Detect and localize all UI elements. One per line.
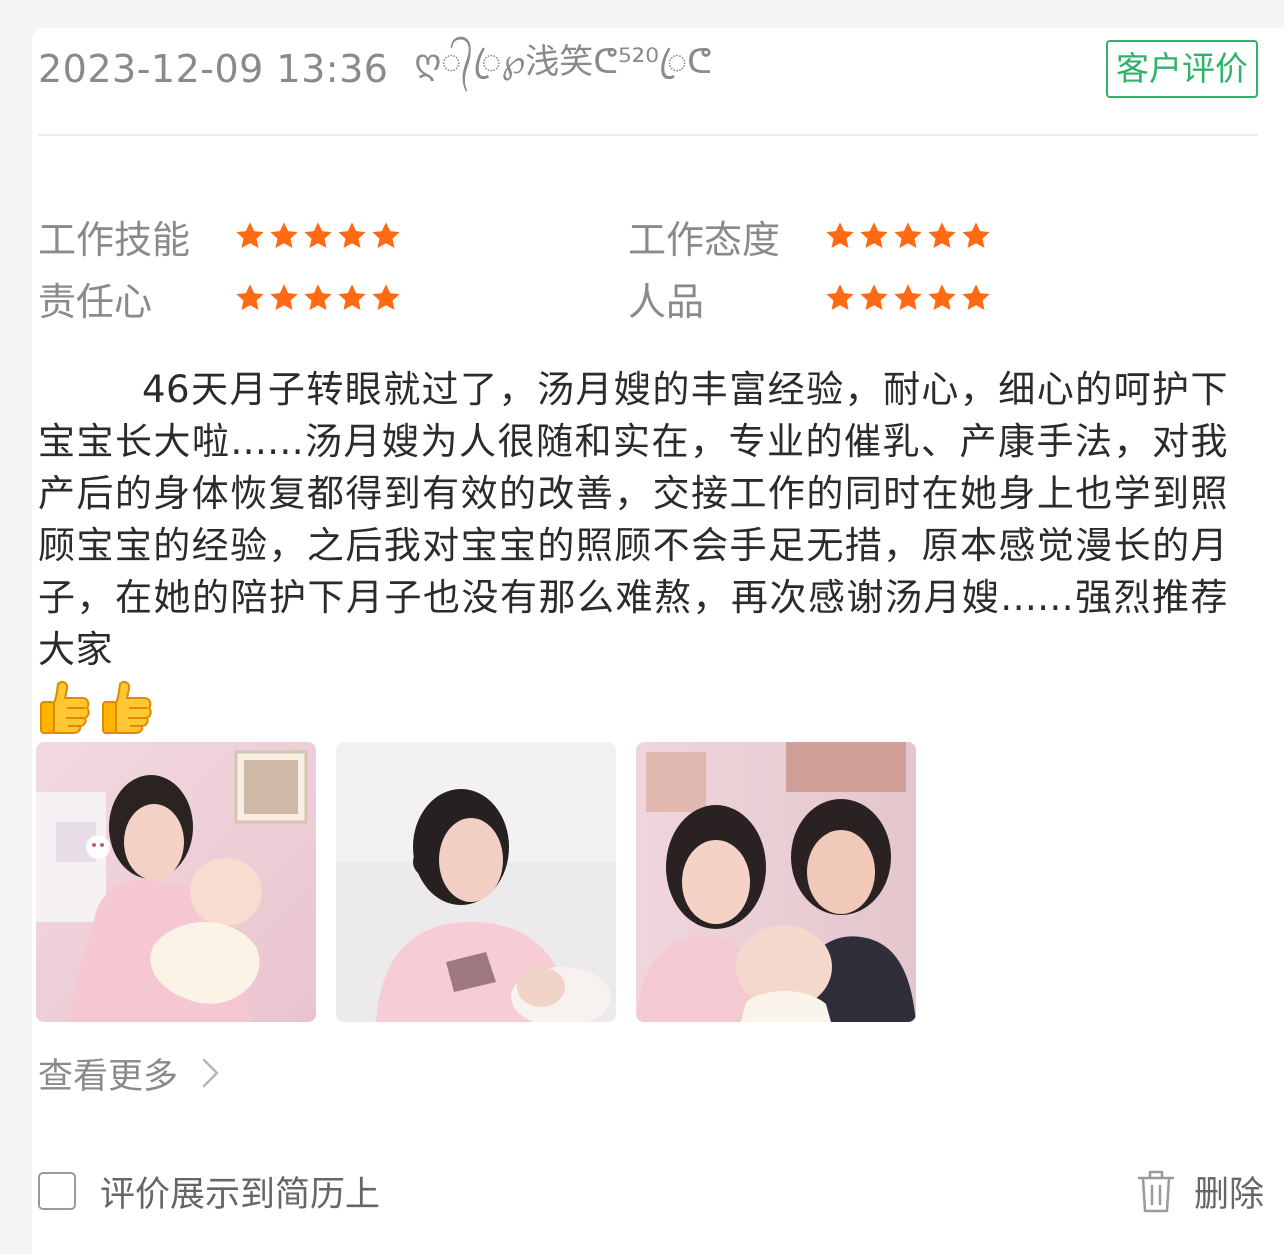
star-filled-icon [372,284,400,310]
ratings-grid: 工作技能 工作态度 责任心 人品 [38,208,1188,328]
star-filled-icon [304,222,332,248]
view-more-label: 查看更多 [38,1056,179,1097]
customer-review-badge: 客户评价 [1106,40,1258,98]
review-photo-3[interactable] [636,742,916,1022]
star-filled-icon [270,284,298,310]
rating-responsibility: 责任心 [38,270,402,326]
show-on-resume-label: 评价展示到简历上 [100,1174,381,1215]
star-filled-icon [860,222,888,248]
rating-label: 责任心 [38,279,153,324]
show-on-resume-option[interactable]: 评价展示到简历上 [38,1166,380,1216]
star-filled-icon [860,284,888,310]
rating-label: 工作技能 [38,217,191,262]
star-rating [824,282,992,314]
delete-label: 删除 [1193,1174,1264,1215]
rating-character: 人品 [628,270,992,326]
review-header: 2023-12-09 13:36 ღ᭄ꦿ℘浅笑ᕦ⁵²⁰ꦿᕦ 客户评价 [38,40,1258,98]
star-filled-icon [236,222,264,248]
star-filled-icon [894,284,922,310]
rating-label: 人品 [628,279,705,324]
review-text: 46天月子转眼就过了，汤月嫂的丰富经验，耐心，细心的呵护下宝宝长大啦......… [38,368,1228,671]
star-filled-icon [928,222,956,248]
star-filled-icon [826,222,854,248]
star-filled-icon [372,222,400,248]
star-filled-icon [338,222,366,248]
star-filled-icon [236,284,264,310]
show-on-resume-checkbox[interactable] [38,1172,76,1210]
star-filled-icon [962,284,990,310]
rating-work-attitude: 工作态度 [628,208,992,264]
review-photo-1[interactable] [36,742,316,1022]
star-filled-icon [270,222,298,248]
review-photo-2[interactable] [336,742,616,1022]
thumbs-up-icon [102,680,152,734]
star-filled-icon [928,284,956,310]
star-rating [824,220,992,252]
view-more-link[interactable]: 查看更多 [38,1048,222,1098]
rating-label: 工作态度 [628,217,781,262]
reviewer-name: ღ᭄ꦿ℘浅笑ᕦ⁵²⁰ꦿᕦ [414,41,713,82]
review-datetime: 2023-12-09 13:36 [38,47,389,91]
header-divider [38,134,1258,136]
star-filled-icon [962,222,990,248]
star-filled-icon [304,284,332,310]
review-emoji-row [38,678,154,734]
delete-button[interactable]: 删除 [1136,1166,1264,1216]
rating-work-skill: 工作技能 [38,208,402,264]
star-rating [234,282,402,314]
star-rating [234,220,402,252]
star-filled-icon [826,284,854,310]
trash-icon [1137,1170,1175,1213]
review-photos [36,742,916,1022]
star-filled-icon [338,284,366,310]
star-filled-icon [894,222,922,248]
chevron-right-icon [202,1058,219,1088]
thumbs-up-icon [40,680,90,734]
